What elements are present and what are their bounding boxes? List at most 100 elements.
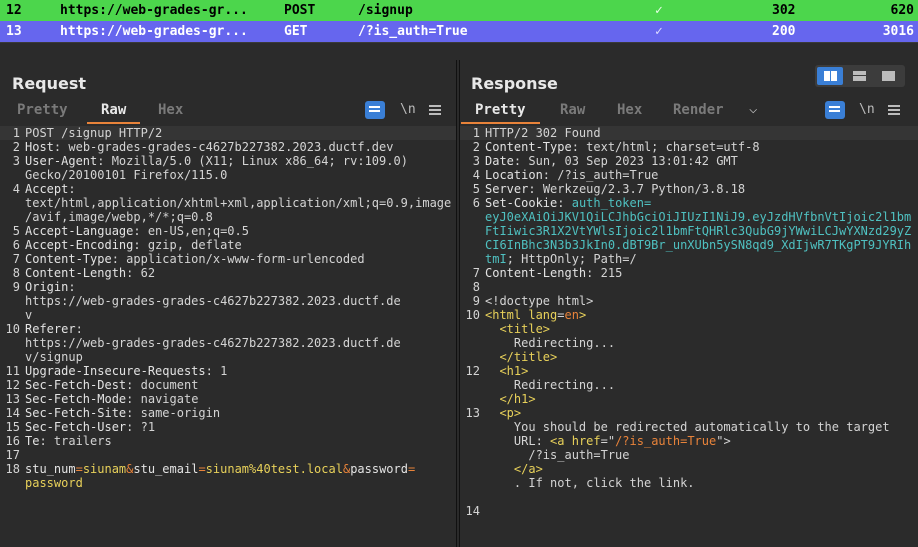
code-text: Set-Cookie: auth_token=: [485, 196, 914, 210]
code-text: Sec-Fetch-Dest: document: [25, 378, 452, 392]
html-token: /?is_auth=True: [615, 434, 717, 448]
header-name: Content-Length: [485, 266, 587, 280]
line-number: 14: [465, 504, 480, 518]
single-pane-icon: [882, 71, 895, 81]
request-panel: Request Pretty Raw Hex \n 1 POST /signup …: [0, 60, 457, 547]
history-row[interactable]: 12 https://web-grades-gr... POST /signup…: [0, 0, 918, 21]
param-name: stu_email: [133, 462, 199, 476]
line-number: 6: [12, 238, 20, 252]
header-name: Accept-Language: [25, 224, 134, 238]
request-editor[interactable]: 1 POST /signup HTTP/2 2 Host: web-grades-gr…: [0, 126, 456, 547]
code-text: https://web-grades-grades-c4627b227382.2…: [25, 336, 401, 350]
newline-toggle[interactable]: \n: [400, 102, 416, 117]
line-number: 2: [472, 140, 480, 154]
code-line: 8: [460, 280, 918, 294]
header-value: 1: [212, 364, 228, 378]
header-name: Server: [485, 182, 529, 196]
header-name: Origin: [25, 280, 69, 294]
code-line: . If not, click the link.: [460, 476, 918, 490]
code-text: </title>: [485, 350, 914, 364]
header-value: trailers: [46, 434, 112, 448]
tab-pretty[interactable]: Pretty: [461, 102, 540, 124]
layout-split-horizontal-button[interactable]: [817, 67, 843, 85]
header-value: navigate: [133, 392, 199, 406]
cookie-name: auth_token=: [571, 196, 652, 210]
code-text: Upgrade-Insecure-Requests: 1: [25, 364, 452, 378]
header-name: Sec-Fetch-Mode: [25, 392, 127, 406]
code-line: eyJ0eXAiOiJKV1QiLCJhbGciOiJIUzI1NiJ9.eyJ…: [460, 210, 918, 224]
header-colon: :: [39, 434, 47, 448]
code-text: Accept-Language: en-US,en;q=0.5: [25, 224, 452, 238]
tab-hex[interactable]: Hex: [617, 102, 642, 118]
html-token: <p>: [485, 406, 522, 420]
code-line: </title>: [460, 350, 918, 364]
header-value: 215: [593, 266, 623, 280]
html-token: ">: [716, 434, 731, 448]
wrap-lines-icon[interactable]: [365, 101, 385, 119]
code-line: 13 <p>: [460, 406, 918, 420]
header-value: Werkzeug/2.3.7 Python/3.8.18: [535, 182, 746, 196]
code-text: Host: web-grades-grades-c4627b227382.202…: [25, 140, 452, 154]
tab-render[interactable]: Render: [673, 102, 724, 118]
header-value: 62: [133, 266, 156, 280]
row-status: 302: [772, 3, 796, 18]
code-line: tmI; HttpOnly; Path=/: [460, 252, 918, 266]
code-line: 1 HTTP/2 302 Found: [460, 126, 918, 140]
line-number: 14: [5, 406, 20, 420]
row-length: 3016: [882, 24, 914, 39]
chevron-down-icon[interactable]: ⌵: [749, 101, 757, 117]
pane-splitter[interactable]: [0, 42, 918, 60]
response-panel: Response Pretty Raw Hex Render ⌵ \n 1 HTT…: [459, 60, 918, 547]
line-number: 13: [465, 406, 480, 420]
wrap-lines-icon[interactable]: [825, 101, 845, 119]
code-line: 2 Content-Type: text/html; charset=utf-8: [460, 140, 918, 154]
tab-hex[interactable]: Hex: [158, 102, 183, 118]
code-line: /?is_auth=True: [460, 448, 918, 462]
tab-pretty[interactable]: Pretty: [17, 102, 68, 118]
line-number: 10: [5, 322, 20, 336]
header-value: [564, 196, 571, 210]
tab-raw[interactable]: Raw: [86, 102, 141, 124]
html-token: <a: [550, 434, 572, 448]
code-text: <h1>: [485, 364, 914, 378]
line-number: 9: [12, 280, 20, 294]
code-text: Redirecting...: [485, 336, 616, 350]
code-text: You should be redirected automatically t…: [485, 420, 890, 434]
row-url: /?is_auth=True: [358, 24, 468, 39]
menu-icon[interactable]: [429, 105, 441, 117]
response-editor[interactable]: 1 HTTP/2 302 Found 2 Content-Type: text/htm…: [460, 126, 918, 547]
html-token: lang: [528, 308, 558, 322]
layout-single-button[interactable]: [875, 67, 901, 85]
code-text: </a>: [485, 462, 914, 476]
request-title: Request: [12, 74, 87, 93]
header-value: same-origin: [133, 406, 221, 420]
code-line: 11 Upgrade-Insecure-Requests: 1: [0, 364, 456, 378]
param-name: stu_num: [25, 462, 76, 476]
code-line: 12 <h1>: [460, 364, 918, 378]
history-row-selected[interactable]: 13 https://web-grades-gr... GET /?is_aut…: [0, 21, 918, 42]
layout-split-vertical-button[interactable]: [846, 67, 872, 85]
param-name: password: [350, 462, 408, 476]
param-separator: =: [198, 462, 206, 476]
header-value: /?is_auth=True: [550, 168, 659, 182]
code-text: tmI; HttpOnly; Path=/: [485, 252, 914, 266]
menu-icon[interactable]: [888, 105, 900, 117]
line-number: 12: [465, 364, 480, 378]
html-token: URL:: [485, 434, 551, 448]
header-name: Accept-Encoding: [25, 238, 134, 252]
header-name: Location: [485, 168, 543, 182]
code-line: v: [0, 308, 456, 322]
line-number: 18: [5, 462, 20, 476]
code-line: URL: <a href="/?is_auth=True">: [460, 434, 918, 448]
newline-toggle[interactable]: \n: [859, 102, 875, 117]
param-value: siunam: [82, 462, 127, 476]
tab-raw[interactable]: Raw: [560, 102, 585, 118]
header-name: Date: [485, 154, 514, 168]
code-line: 14: [460, 504, 918, 518]
header-colon: :: [571, 140, 579, 154]
header-value: gzip, deflate: [140, 238, 242, 252]
line-number: 7: [12, 252, 20, 266]
html-token: href: [571, 434, 601, 448]
header-name: Content-Type: [25, 252, 112, 266]
code-line: 14 Sec-Fetch-Site: same-origin: [0, 406, 456, 420]
